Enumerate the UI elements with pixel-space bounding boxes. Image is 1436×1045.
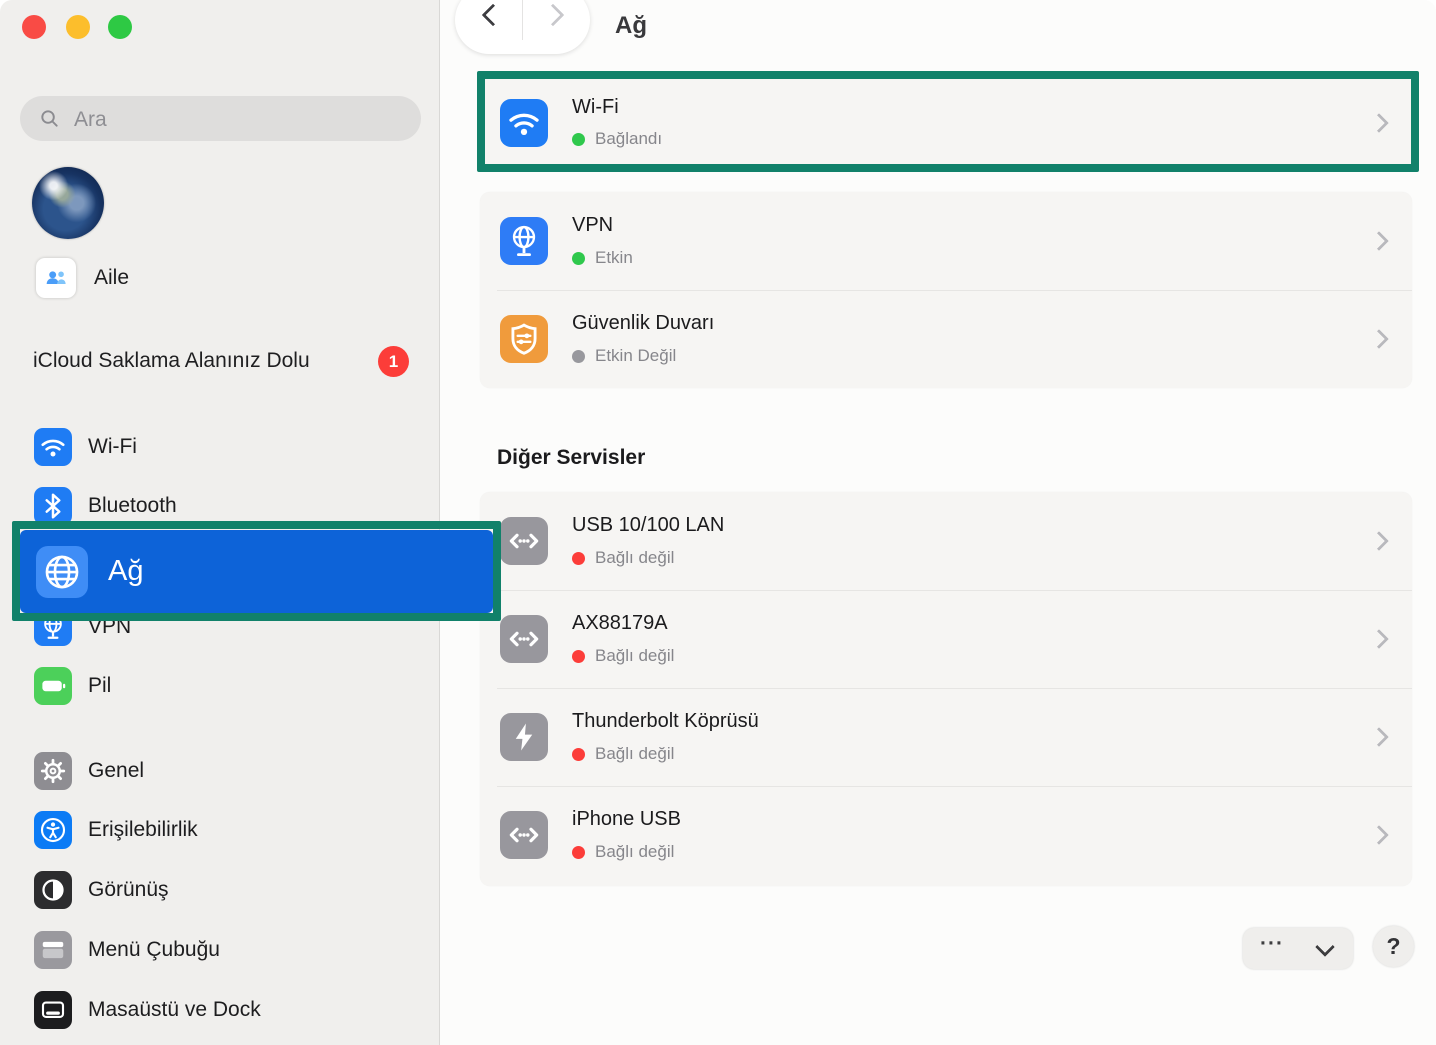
sidebar-item-wifi[interactable]: Wi-Fi — [34, 428, 414, 466]
family-label: Aile — [94, 266, 129, 290]
chevron-right-icon — [1369, 231, 1389, 251]
status-dot — [572, 748, 585, 761]
sidebar-item-battery[interactable]: Pil — [34, 667, 414, 705]
chevron-right-icon — [1369, 825, 1389, 845]
close-button[interactable] — [22, 15, 46, 39]
menubar-icon — [34, 931, 72, 969]
row-status: Etkin Değil — [572, 346, 676, 366]
status-text: Bağlı değil — [595, 646, 674, 666]
vpn-row[interactable]: VPN Etkin — [480, 192, 1412, 290]
page-title: Ağ — [615, 12, 647, 40]
battery-icon — [34, 667, 72, 705]
row-status: Bağlı değil — [572, 548, 674, 568]
family-icon — [36, 258, 76, 298]
row-status: Bağlı değil — [572, 842, 674, 862]
chevron-right-icon — [1369, 727, 1389, 747]
sidebar-item-label: Masaüstü ve Dock — [88, 998, 261, 1022]
status-text: Bağlı değil — [595, 842, 674, 862]
nav-divider — [522, 0, 523, 40]
avatar[interactable] — [32, 167, 104, 239]
row-title: Güvenlik Duvarı — [572, 312, 714, 335]
other-services-card: USB 10/100 LAN Bağlı değil AX88179A Bağl… — [480, 492, 1412, 886]
wifi-icon — [34, 428, 72, 466]
search-input[interactable] — [72, 96, 406, 143]
sidebar-item-desktop-dock[interactable]: Masaüstü ve Dock — [34, 991, 414, 1029]
status-text: Etkin — [595, 248, 633, 268]
ax88179a-row[interactable]: AX88179A Bağlı değil — [480, 590, 1412, 688]
ellipsis-icon: ··· — [1260, 932, 1284, 956]
contrast-icon — [34, 871, 72, 909]
iphone-usb-row[interactable]: iPhone USB Bağlı değil — [480, 786, 1412, 884]
status-dot — [572, 846, 585, 859]
status-text: Bağlı değil — [595, 548, 674, 568]
sidebar-item-label: Görünüş — [88, 878, 169, 902]
row-status: Bağlı değil — [572, 646, 674, 666]
minimize-button[interactable] — [66, 15, 90, 39]
navigation-pill — [455, 0, 590, 54]
notification-badge: 1 — [378, 346, 409, 377]
status-dot — [572, 252, 585, 265]
ethernet-icon — [500, 811, 548, 859]
icloud-storage-alert[interactable]: iCloud Saklama Alanınız Dolu 1 — [33, 349, 423, 373]
more-options-button[interactable]: ··· — [1243, 928, 1353, 969]
sidebar-item-family[interactable]: Aile — [36, 258, 129, 298]
accessibility-icon — [34, 811, 72, 849]
status-text: Etkin Değil — [595, 346, 676, 366]
bluetooth-icon — [34, 487, 72, 525]
row-title: VPN — [572, 214, 613, 237]
status-dot — [572, 650, 585, 663]
zoom-button[interactable] — [108, 15, 132, 39]
chevron-right-icon — [1369, 629, 1389, 649]
sidebar-item-label: Pil — [88, 674, 111, 698]
sidebar-item-appearance[interactable]: Görünüş — [34, 871, 414, 909]
usb-lan-row[interactable]: USB 10/100 LAN Bağlı değil — [480, 492, 1412, 590]
icloud-alert-label: iCloud Saklama Alanınız Dolu — [33, 349, 310, 372]
annotation-box-network — [12, 521, 501, 621]
row-status: Bağlı değil — [572, 744, 674, 764]
search-icon — [38, 107, 61, 130]
status-dot — [572, 552, 585, 565]
forward-button[interactable] — [542, 4, 565, 27]
help-button[interactable]: ? — [1373, 926, 1414, 967]
sidebar-item-general[interactable]: Genel — [34, 752, 414, 790]
sidebar-item-bluetooth[interactable]: Bluetooth — [34, 487, 414, 525]
dock-icon — [34, 991, 72, 1029]
ethernet-icon — [500, 615, 548, 663]
sidebar-item-label: Menü Çubuğu — [88, 938, 220, 962]
row-title: Thunderbolt Köprüsü — [572, 710, 759, 733]
section-title: Diğer Servisler — [497, 446, 645, 470]
vpn-globe-icon — [500, 217, 548, 265]
row-title: iPhone USB — [572, 808, 681, 831]
firewall-row[interactable]: Güvenlik Duvarı Etkin Değil — [480, 290, 1412, 388]
search-field[interactable] — [20, 96, 421, 141]
status-dot — [572, 350, 585, 363]
thunderbolt-icon — [500, 713, 548, 761]
sidebar-item-menubar[interactable]: Menü Çubuğu — [34, 931, 414, 969]
sidebar-item-accessibility[interactable]: Erişilebilirlik — [34, 811, 414, 849]
chevron-right-icon — [1369, 531, 1389, 551]
sidebar-item-label: Erişilebilirlik — [88, 818, 198, 842]
row-status: Etkin — [572, 248, 633, 268]
firewall-shield-icon — [500, 315, 548, 363]
row-title: AX88179A — [572, 612, 668, 635]
back-button[interactable] — [482, 4, 505, 27]
status-text: Bağlı değil — [595, 744, 674, 764]
thunderbolt-bridge-row[interactable]: Thunderbolt Köprüsü Bağlı değil — [480, 688, 1412, 786]
system-settings-window: Aile iCloud Saklama Alanınız Dolu 1 Wi-F… — [0, 0, 1436, 1045]
sidebar-item-label: Wi-Fi — [88, 435, 137, 459]
chevron-down-icon — [1315, 937, 1335, 957]
chevron-right-icon — [1369, 329, 1389, 349]
sidebar-item-label: Bluetooth — [88, 494, 177, 518]
gear-icon — [34, 752, 72, 790]
vpn-firewall-card: VPN Etkin Güvenlik Duvarı Etkin Değil — [480, 192, 1412, 388]
sidebar-item-label: Genel — [88, 759, 144, 783]
annotation-box-wifi — [477, 71, 1419, 172]
row-title: USB 10/100 LAN — [572, 514, 724, 537]
ethernet-icon — [500, 517, 548, 565]
